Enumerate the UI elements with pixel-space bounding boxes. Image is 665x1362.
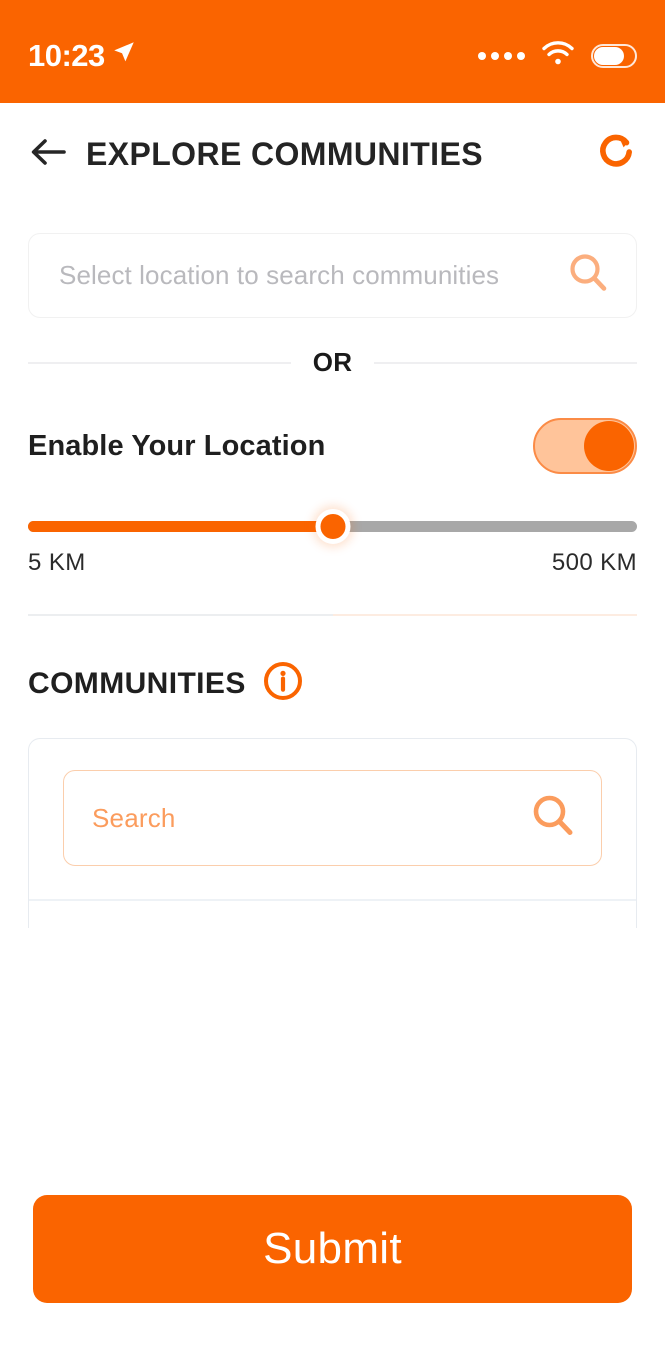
or-label: OR bbox=[312, 347, 353, 377]
communities-search-placeholder: Search bbox=[92, 802, 176, 833]
navigation-arrow-icon bbox=[111, 33, 137, 70]
panel-divider bbox=[29, 899, 636, 901]
enable-location-row: Enable Your Location bbox=[28, 418, 637, 474]
distance-slider[interactable] bbox=[28, 509, 637, 544]
back-button[interactable] bbox=[26, 133, 70, 177]
status-bar: 10:23 bbox=[0, 0, 665, 103]
location-search-field[interactable]: Select location to search communities bbox=[28, 233, 637, 318]
divider-line-left bbox=[28, 361, 291, 364]
enable-location-label: Enable Your Location bbox=[28, 429, 326, 462]
submit-button[interactable]: Submit bbox=[33, 1195, 632, 1303]
slider-max-label: 500 KM bbox=[551, 549, 637, 576]
signal-dots-icon bbox=[478, 51, 525, 60]
toggle-knob bbox=[584, 421, 634, 471]
app-screen: 10:23 EXPLORE COMMUNITIES Select locatio… bbox=[0, 0, 665, 1362]
divider-line-right bbox=[374, 361, 638, 364]
slider-thumb[interactable] bbox=[315, 509, 350, 544]
page-title: EXPLORE COMMUNITIES bbox=[86, 136, 483, 172]
section-divider-left bbox=[28, 614, 333, 616]
wifi-icon bbox=[541, 40, 575, 71]
refresh-button[interactable] bbox=[591, 130, 641, 180]
communities-title: COMMUNITIES bbox=[28, 666, 246, 700]
status-bar-right bbox=[478, 32, 637, 71]
slider-fill bbox=[28, 521, 333, 532]
status-time: 10:23 bbox=[28, 38, 105, 73]
back-arrow-icon bbox=[28, 135, 68, 174]
section-divider bbox=[28, 614, 637, 616]
communities-search-input[interactable]: Search bbox=[63, 770, 602, 866]
search-icon[interactable] bbox=[529, 792, 577, 845]
search-icon[interactable] bbox=[566, 251, 610, 300]
footer: Submit bbox=[0, 1195, 665, 1303]
location-search-placeholder: Select location to search communities bbox=[59, 260, 500, 290]
slider-labels: 5 KM 500 KM bbox=[28, 549, 637, 577]
or-divider: OR bbox=[28, 347, 638, 378]
section-divider-right bbox=[332, 614, 637, 616]
enable-location-toggle[interactable] bbox=[533, 418, 637, 474]
app-header: EXPLORE COMMUNITIES bbox=[0, 103, 665, 206]
communities-dropdown-panel: Search bbox=[28, 738, 637, 928]
slider-min-label: 5 KM bbox=[28, 549, 86, 576]
refresh-icon bbox=[593, 129, 639, 180]
communities-heading: COMMUNITIES bbox=[28, 660, 637, 707]
info-icon[interactable] bbox=[262, 660, 304, 707]
main-content: Select location to search communities OR… bbox=[0, 233, 665, 928]
status-bar-left: 10:23 bbox=[28, 32, 137, 71]
battery-icon bbox=[591, 43, 637, 68]
